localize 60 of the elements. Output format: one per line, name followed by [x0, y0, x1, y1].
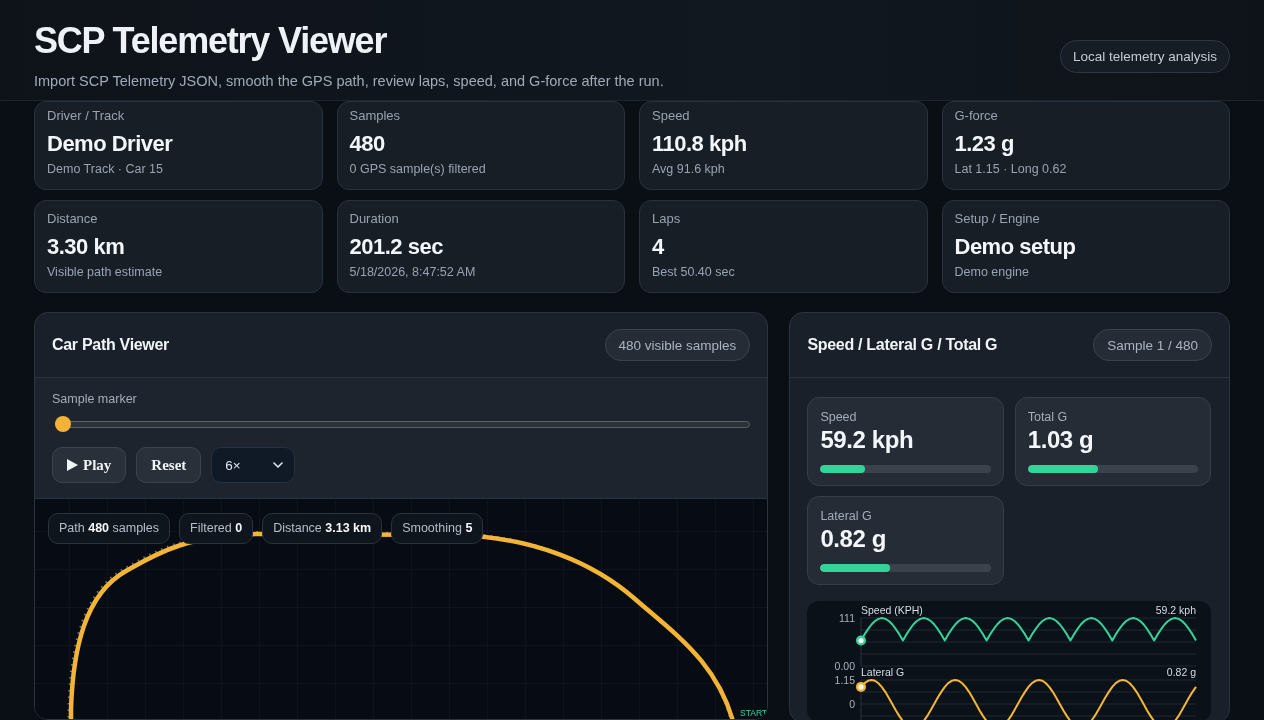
path-info-chip: Smoothing 5 — [391, 513, 484, 544]
stat-detail: Lat 1.15 · Long 0.62 — [954, 161, 1068, 178]
metric-value: 1.03 g — [1027, 425, 1095, 455]
stat-detail: Visible path estimate — [47, 264, 164, 281]
stat-label: Duration — [349, 211, 400, 227]
stat-detail: Best 50.40 sec — [652, 264, 736, 281]
path-info-chip: Filtered 0 — [179, 513, 254, 544]
metric-value: 59.2 kph — [820, 425, 915, 455]
stat-value: 480 — [349, 130, 386, 158]
reset-button[interactable]: Reset — [136, 447, 202, 483]
stat-label: Distance — [47, 211, 99, 227]
axis-tick-label: 1.15 — [834, 674, 856, 686]
sample-count-chip: 480 visible samples — [604, 329, 751, 361]
app-subtitle: Import SCP Telemetry JSON, smooth the GPS path, review laps, speed, and G-force after the run. — [34, 72, 664, 91]
chart-title: Lateral G — [861, 666, 905, 678]
stat-label: Setup / Engine — [954, 211, 1041, 227]
slider-thumb[interactable] — [55, 416, 71, 432]
play-button[interactable]: Play — [52, 447, 127, 483]
stat-value: 1.23 g — [954, 130, 1015, 158]
panel-title: Car Path Viewer — [52, 336, 170, 354]
axis-tick-label: 111 — [839, 612, 856, 624]
chart-reading: 59.2 kph — [1156, 604, 1197, 616]
stat-detail: Demo Track · Car 15 — [47, 161, 164, 178]
metric-value: 0.82 g — [820, 524, 887, 554]
mode-chip: Local telemetry analysis — [1059, 39, 1230, 73]
stat-detail: Avg 91.6 kph — [652, 161, 726, 178]
metric-label: Lateral G — [820, 508, 873, 524]
path-info-chip: Path 480 samples — [48, 513, 171, 544]
slider-label: Sample marker — [52, 391, 138, 407]
stat-label: Laps — [652, 211, 682, 227]
stat-detail: 5/18/2026, 8:47:52 AM — [349, 264, 477, 281]
stat-detail: Demo engine — [954, 264, 1030, 281]
axis-tick-label: 0.00 — [834, 660, 856, 672]
start-label: START — [740, 708, 768, 718]
path-info-chip: Distance 3.13 km — [262, 513, 383, 544]
sample-marker-icon — [856, 681, 867, 692]
chart-title: Speed (KPH) — [861, 604, 924, 616]
stat-value: Demo Driver — [47, 130, 174, 158]
app-title: SCP Telemetry Viewer — [34, 21, 388, 61]
stat-label: Samples — [349, 108, 402, 124]
metric-label: Speed — [820, 409, 858, 425]
stat-value: 4 — [652, 233, 665, 261]
stat-value: 110.8 kph — [652, 130, 748, 158]
panel-title: Speed / Lateral G / Total G — [807, 336, 998, 354]
caret-icon — [273, 462, 284, 468]
sample-index-chip: Sample 1 / 480 — [1093, 329, 1212, 361]
play-icon — [67, 459, 78, 471]
stat-detail: 0 GPS sample(s) filtered — [349, 161, 487, 178]
metric-label: Total G — [1027, 409, 1069, 425]
stat-label: Speed — [652, 108, 691, 124]
axis-tick-label: 0 — [849, 698, 856, 710]
stat-value: 201.2 sec — [349, 233, 444, 261]
stat-label: Driver / Track — [47, 108, 126, 124]
stat-value: 3.30 km — [47, 233, 126, 261]
stat-label: G-force — [954, 108, 999, 124]
stat-value: Demo setup — [954, 233, 1077, 261]
chart-reading: 0.82 g — [1167, 666, 1197, 678]
speed-select[interactable]: 6× — [211, 447, 296, 483]
slider-track[interactable] — [55, 416, 751, 432]
sample-marker-icon — [856, 635, 867, 646]
